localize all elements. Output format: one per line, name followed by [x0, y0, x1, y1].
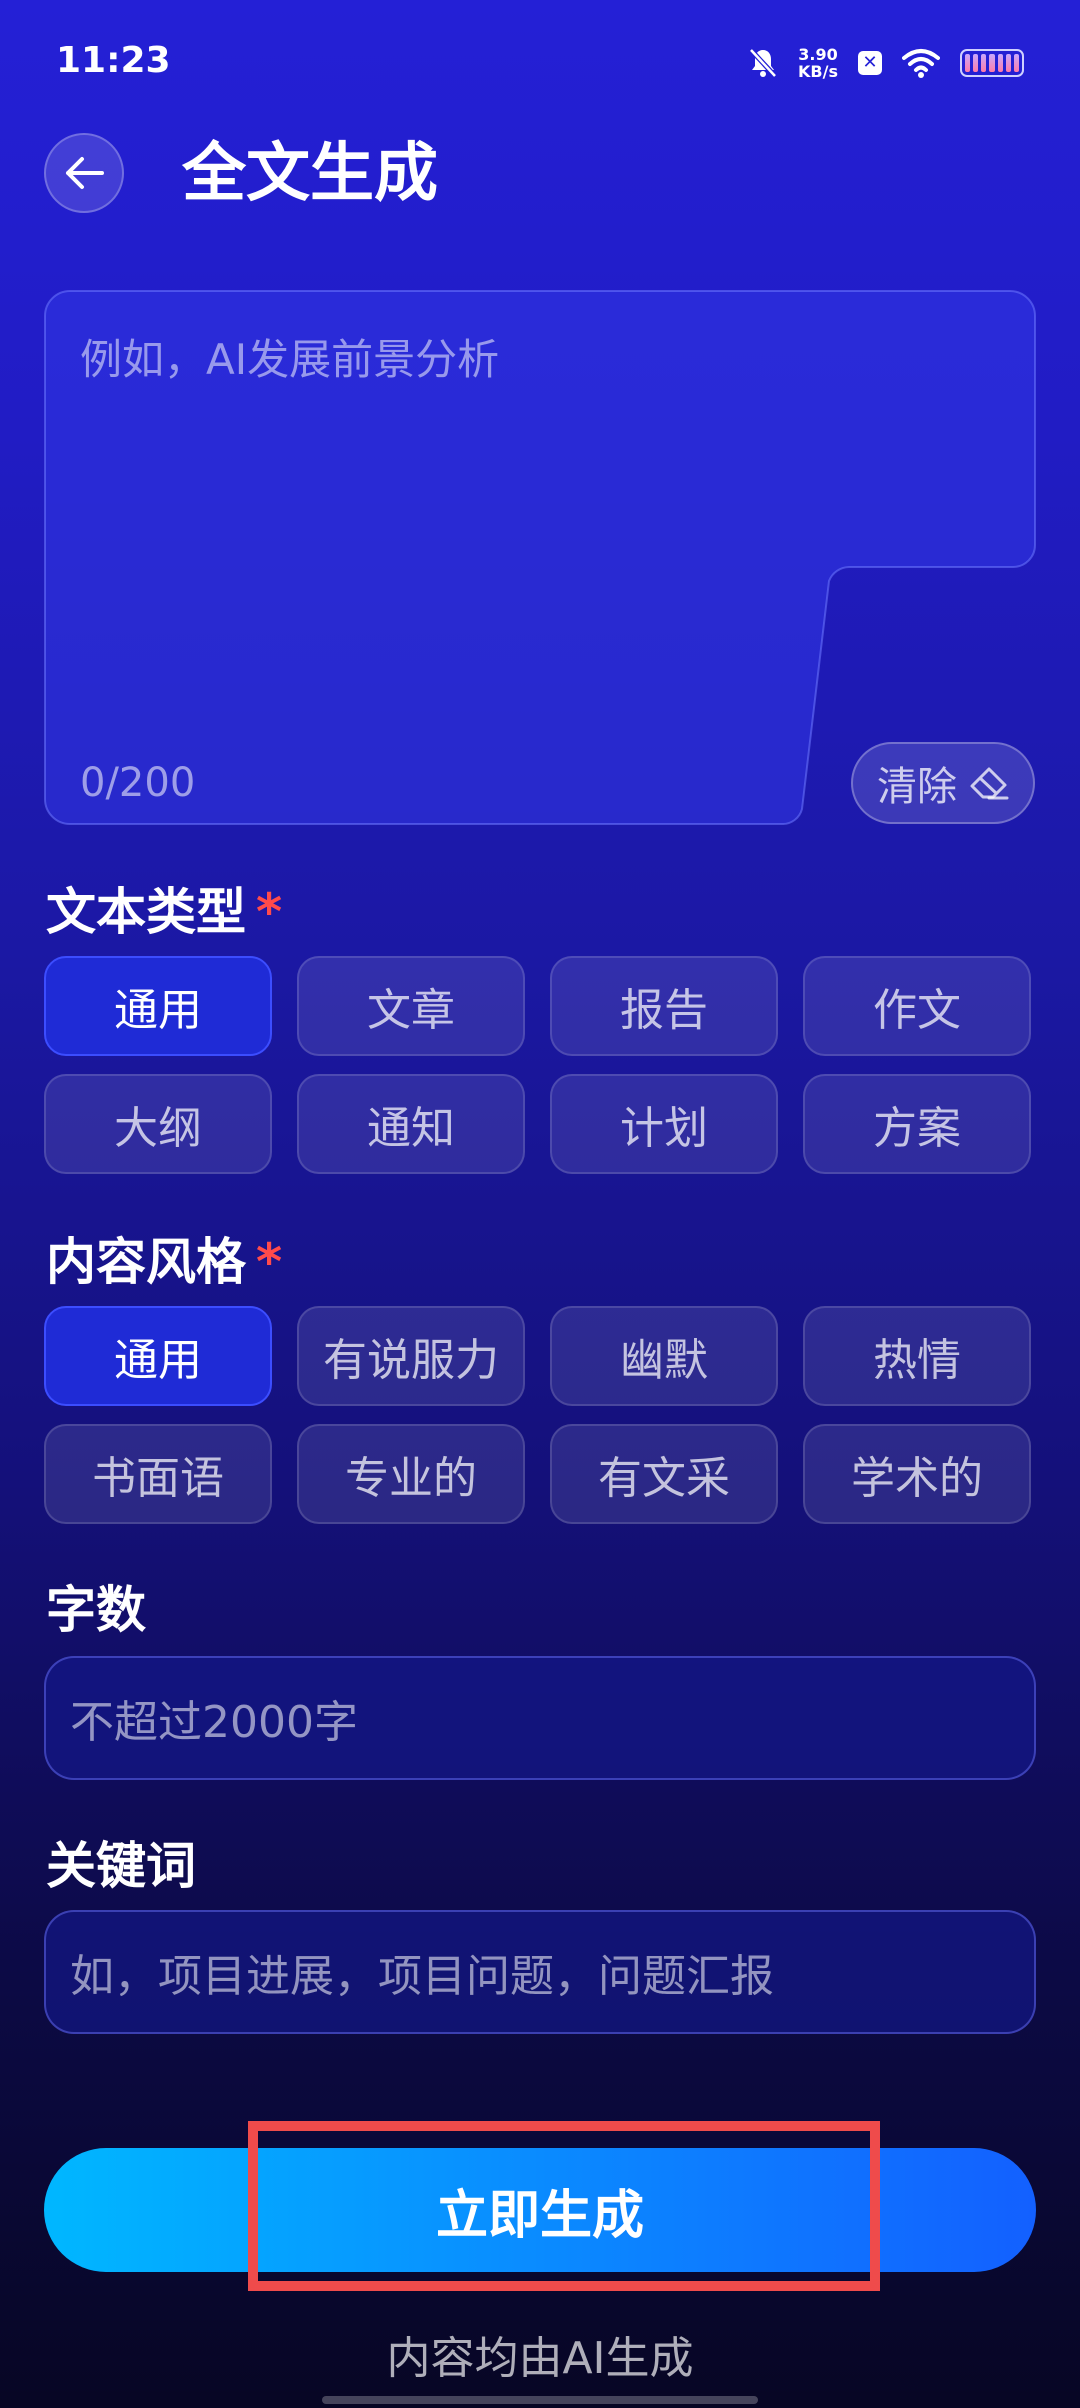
home-indicator — [322, 2396, 758, 2404]
content-style-title: 内容风格 — [46, 1233, 246, 1291]
highlight-box — [248, 2121, 880, 2291]
text-type-chip-essay[interactable]: 作文 — [803, 956, 1031, 1056]
style-chip-academic[interactable]: 学术的 — [803, 1424, 1031, 1524]
mute-bell-icon — [749, 48, 777, 78]
style-chip-general[interactable]: 通用 — [44, 1306, 272, 1406]
net-speed: 3.90 KB/s — [798, 46, 838, 80]
status-icons: 3.90 KB/s ✕ — [748, 40, 1024, 86]
back-button[interactable] — [44, 133, 124, 213]
keywords-input[interactable]: 如，项目进展，项目问题，问题汇报 — [44, 1910, 1036, 2034]
required-mark: * — [256, 883, 283, 941]
text-type-chip-article[interactable]: 文章 — [297, 956, 525, 1056]
status-time: 11:23 — [56, 40, 171, 81]
required-mark: * — [256, 1233, 283, 1291]
net-speed-value: 3.90 — [798, 45, 838, 64]
keywords-label: 关键词 — [46, 1837, 196, 1895]
prompt-placeholder: 例如，AI发展前景分析 — [80, 335, 500, 384]
style-chip-persuasive[interactable]: 有说服力 — [297, 1306, 525, 1406]
text-type-title: 文本类型 — [46, 883, 246, 941]
app-screen: { "status_bar": { "time": "11:23", "net_… — [0, 0, 1080, 2408]
style-chip-written[interactable]: 书面语 — [44, 1424, 272, 1524]
text-type-label: 文本类型 * — [46, 872, 282, 944]
text-type-chip-outline[interactable]: 大纲 — [44, 1074, 272, 1174]
word-count-placeholder: 不超过2000字 — [70, 1697, 358, 1748]
wifi-icon — [902, 49, 940, 78]
net-speed-unit: KB/s — [798, 62, 838, 81]
x-app-icon: ✕ — [858, 51, 882, 75]
text-type-chip-report[interactable]: 报告 — [550, 956, 778, 1056]
word-count-label: 字数 — [46, 1581, 146, 1639]
style-chip-humorous[interactable]: 幽默 — [550, 1306, 778, 1406]
clear-button[interactable]: 清除 — [851, 742, 1035, 824]
content-style-label: 内容风格 * — [46, 1222, 282, 1294]
clear-label: 清除 — [877, 764, 957, 810]
text-type-chip-proposal[interactable]: 方案 — [803, 1074, 1031, 1174]
footer-note: 内容均由AI生成 — [386, 2333, 694, 2384]
style-chip-literary[interactable]: 有文采 — [550, 1424, 778, 1524]
style-chip-passionate[interactable]: 热情 — [803, 1306, 1031, 1406]
page-title: 全文生成 — [182, 137, 438, 211]
text-type-chip-plan[interactable]: 计划 — [550, 1074, 778, 1174]
char-count: 0/200 — [80, 760, 196, 806]
text-type-chip-notice[interactable]: 通知 — [297, 1074, 525, 1174]
eraser-icon — [970, 767, 1009, 800]
keywords-placeholder: 如，项目进展，项目问题，问题汇报 — [70, 1951, 774, 2002]
word-count-input[interactable]: 不超过2000字 — [44, 1656, 1036, 1780]
battery-icon — [960, 49, 1024, 77]
arrow-left-icon — [66, 157, 104, 189]
content-style-options: 通用 有说服力 幽默 热情 书面语 专业的 有文采 学术的 — [44, 1306, 1036, 1524]
style-chip-professional[interactable]: 专业的 — [297, 1424, 525, 1524]
text-type-chip-general[interactable]: 通用 — [44, 956, 272, 1056]
text-type-options: 通用 文章 报告 作文 大纲 通知 计划 方案 — [44, 956, 1036, 1174]
